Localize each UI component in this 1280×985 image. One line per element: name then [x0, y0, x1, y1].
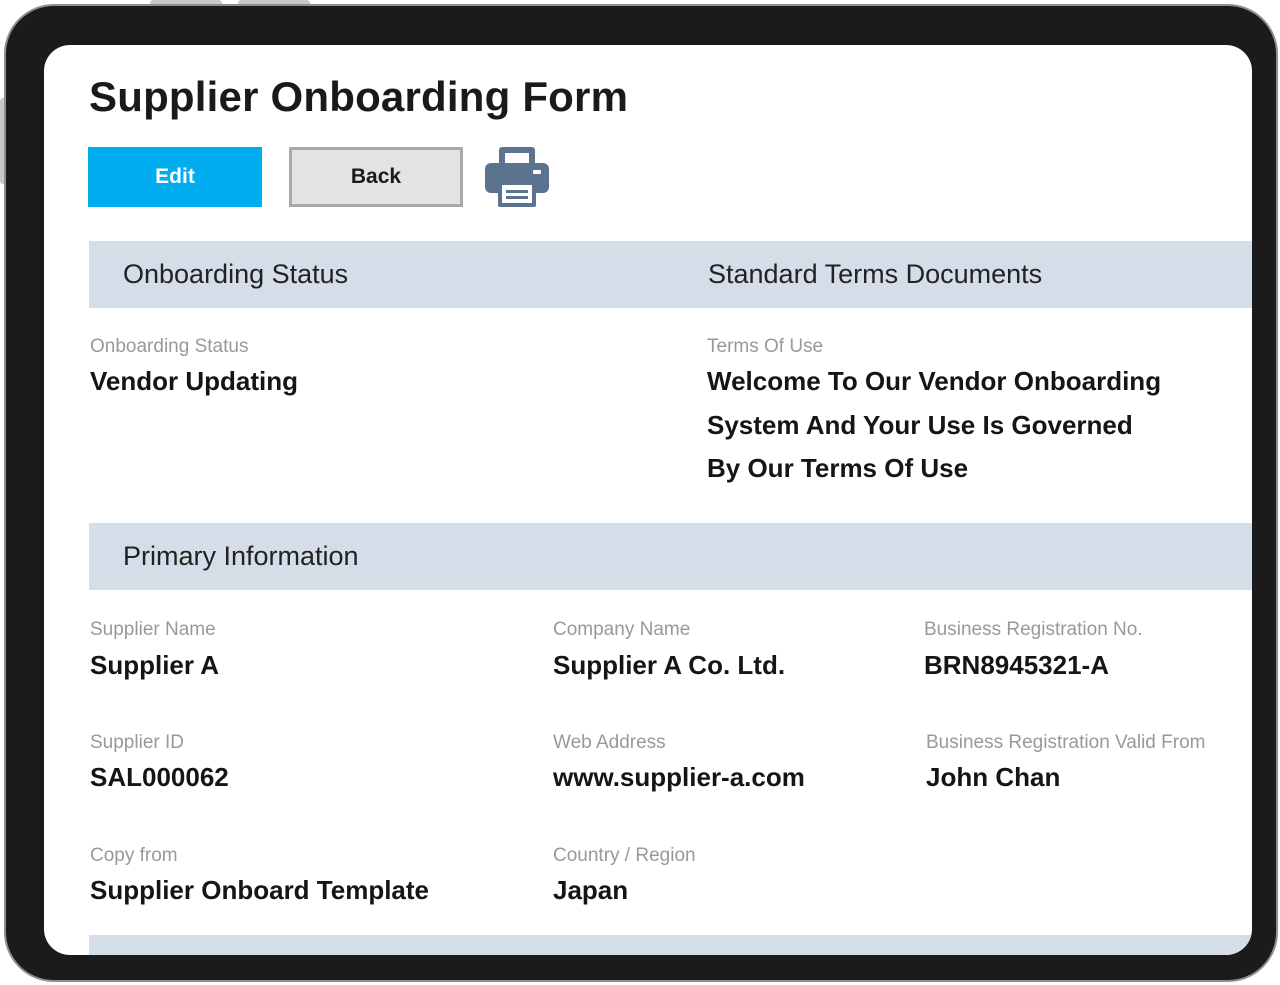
onboarding-status-section-title: Onboarding Status [123, 259, 349, 289]
business-registration-valid-from-value: John Chan [926, 762, 1061, 792]
primary-information-section-header: Primary Information [89, 523, 1252, 590]
onboarding-status-label: Onboarding Status [90, 336, 249, 357]
edit-button[interactable]: Edit [88, 147, 262, 207]
printer-icon[interactable] [485, 147, 549, 207]
next-section-header [89, 935, 1252, 955]
country-region-label: Country / Region [553, 845, 696, 866]
page-title: Supplier Onboarding Form [89, 73, 629, 120]
supplier-name-label: Supplier Name [90, 619, 216, 640]
company-name-value: Supplier A Co. Ltd. [553, 650, 786, 680]
company-name-label: Company Name [553, 619, 691, 640]
supplier-id-value: SAL000062 [90, 762, 229, 792]
copy-from-label: Copy from [90, 845, 178, 866]
primary-information-section-title: Primary Information [123, 541, 359, 571]
standard-terms-section-title: Standard Terms Documents [708, 259, 1043, 289]
web-address-label: Web Address [553, 732, 666, 753]
onboarding-status-value: Vendor Updating [90, 366, 298, 396]
supplier-name-value: Supplier A [90, 650, 220, 680]
terms-of-use-text: Welcome To Our Vendor Onboarding System … [707, 360, 1207, 491]
copy-from-value: Supplier Onboard Template [90, 875, 430, 905]
country-region-value: Japan [553, 875, 629, 905]
business-registration-no-value: BRN8945321-A [924, 650, 1109, 680]
tablet-screen: Supplier Onboarding Form Edit Back Onboa… [44, 45, 1252, 955]
web-address-value: www.supplier-a.com [553, 762, 805, 792]
supplier-id-label: Supplier ID [90, 732, 184, 753]
terms-of-use-label: Terms Of Use [707, 336, 824, 357]
business-registration-no-label: Business Registration No. [924, 619, 1143, 640]
terms-line: System And Your Use Is Governed [707, 409, 1133, 440]
tablet-frame: Supplier Onboarding Form Edit Back Onboa… [4, 4, 1278, 982]
back-button[interactable]: Back [289, 147, 463, 207]
terms-line: By Our Terms Of Use [707, 453, 969, 483]
business-registration-valid-from-label: Business Registration Valid From [926, 732, 1206, 753]
terms-line: Welcome To Our Vendor Onboarding [707, 366, 1162, 396]
status-terms-section-header: Onboarding Status Standard Terms Documen… [89, 241, 1252, 308]
